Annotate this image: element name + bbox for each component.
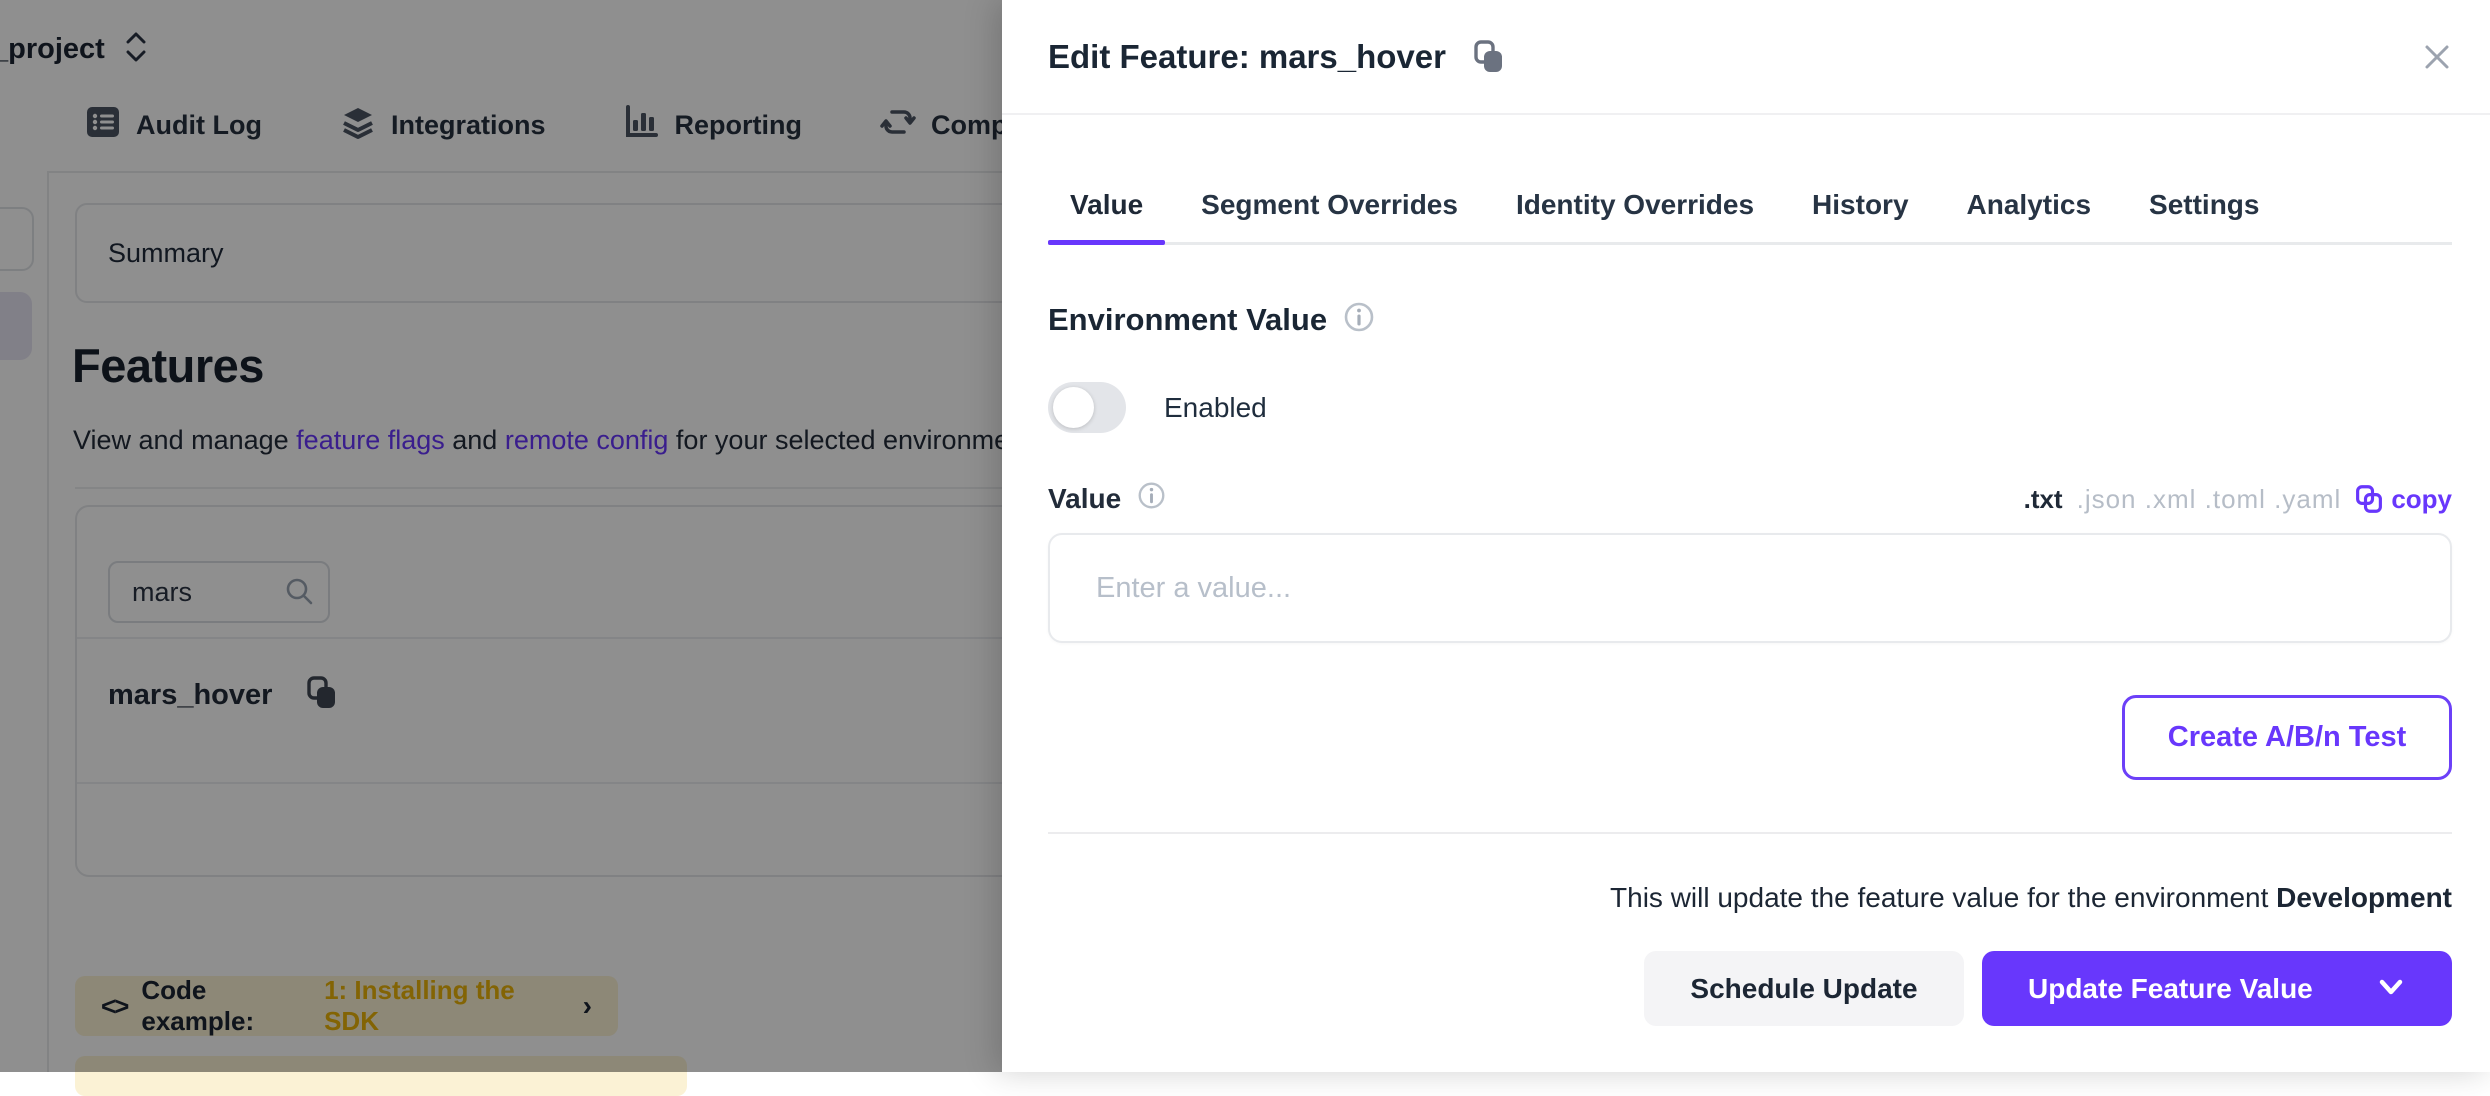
- notice-text: This will update the feature value for t…: [1610, 882, 2276, 913]
- copy-feature-name-icon[interactable]: [1472, 38, 1506, 76]
- value-input[interactable]: [1048, 533, 2452, 643]
- copy-label: copy: [2391, 484, 2452, 515]
- environment-name: Development: [2276, 882, 2452, 913]
- create-ab-test-button[interactable]: Create A/B/n Test: [2122, 695, 2452, 780]
- toggle-label: Enabled: [1164, 392, 1267, 424]
- modal-header: Edit Feature: mars_hover: [1002, 0, 2490, 115]
- info-icon[interactable]: [1137, 481, 1166, 517]
- modal-tabs: Value Segment Overrides Identity Overrid…: [1048, 189, 2452, 245]
- toggle-knob: [1053, 387, 1094, 428]
- update-notice: This will update the feature value for t…: [1048, 882, 2452, 914]
- update-feature-value-button[interactable]: Update Feature Value: [1982, 951, 2452, 1026]
- copy-value-button[interactable]: copy: [2355, 484, 2452, 515]
- tab-segment-overrides[interactable]: Segment Overrides: [1179, 189, 1480, 242]
- format-options[interactable]: .json .xml .toml .yaml: [2077, 484, 2342, 515]
- info-icon[interactable]: [1343, 301, 1375, 338]
- tab-analytics[interactable]: Analytics: [1945, 189, 2114, 242]
- value-label: Value: [1048, 483, 1121, 515]
- footer-divider: [1048, 832, 2452, 834]
- format-txt[interactable]: .txt: [2024, 484, 2063, 515]
- modal-title: Edit Feature: mars_hover: [1048, 38, 1446, 76]
- enabled-toggle[interactable]: [1048, 382, 1126, 433]
- close-icon[interactable]: [2422, 42, 2452, 72]
- chevron-down-icon: [2376, 973, 2406, 1005]
- tab-history[interactable]: History: [1790, 189, 1930, 242]
- tab-settings[interactable]: Settings: [2127, 189, 2281, 242]
- tab-identity-overrides[interactable]: Identity Overrides: [1494, 189, 1776, 242]
- tab-value[interactable]: Value: [1048, 189, 1165, 242]
- update-button-label: Update Feature Value: [2028, 973, 2313, 1005]
- edit-feature-modal: Edit Feature: mars_hover Value Segment O…: [1002, 0, 2490, 1072]
- environment-value-heading: Environment Value: [1048, 302, 1327, 338]
- schedule-update-button[interactable]: Schedule Update: [1644, 951, 1964, 1026]
